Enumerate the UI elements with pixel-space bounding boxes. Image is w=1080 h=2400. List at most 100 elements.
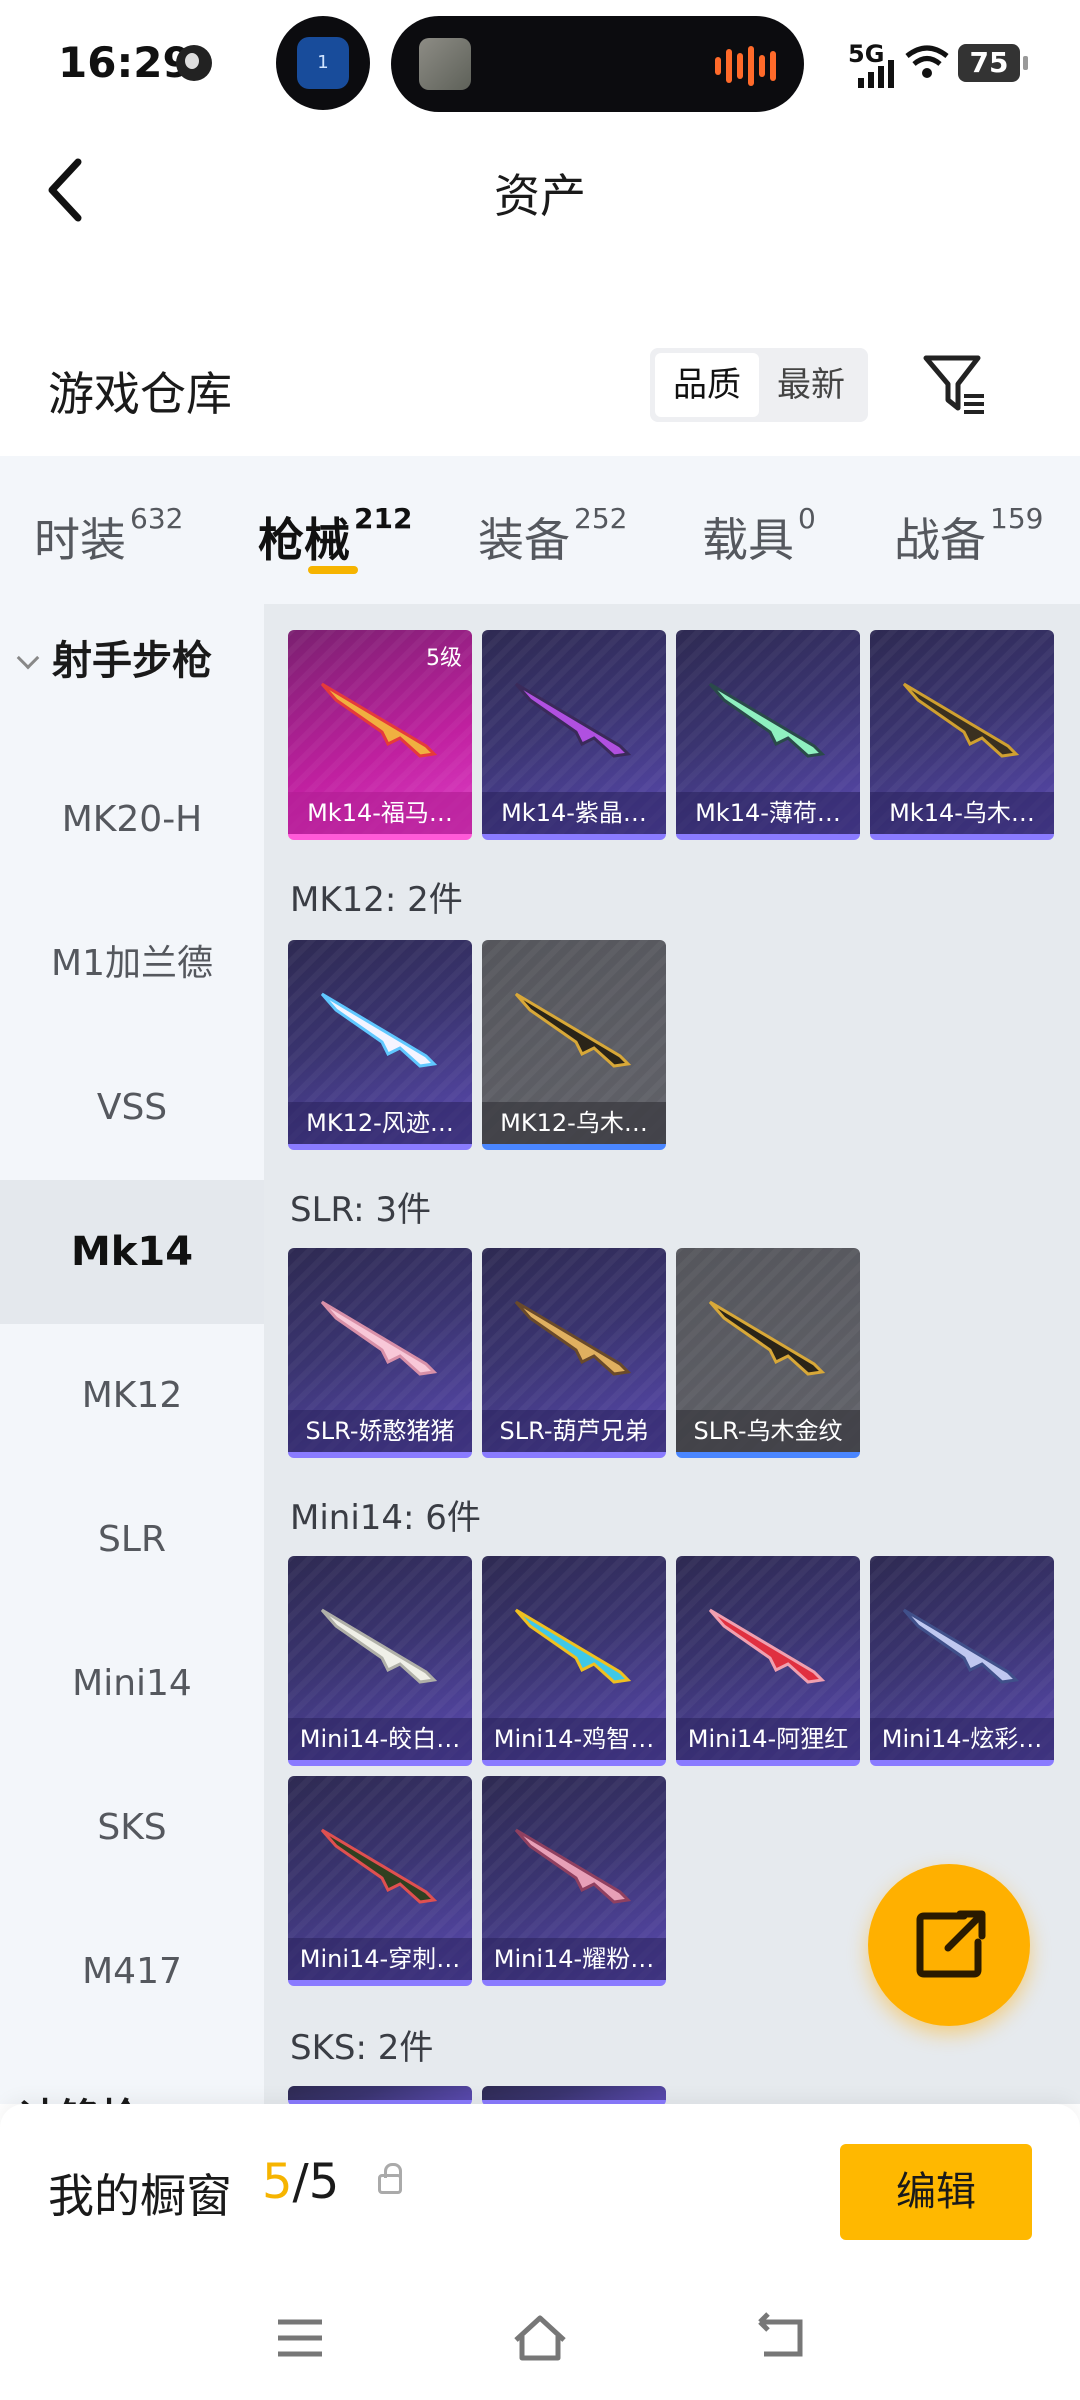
group-label-mini14: Mini14: 6件: [290, 1498, 481, 1538]
rifle-skin-image: [320, 1608, 438, 1684]
rifle-skin-image: [708, 1300, 826, 1376]
mini-app-badge: 1: [297, 37, 349, 89]
menu-icon[interactable]: [270, 2308, 330, 2368]
sort-toggle: 品质 最新: [650, 348, 868, 422]
showcase-label: 我的橱窗: [48, 2169, 232, 2223]
weapon-card-name: Mini14-穿刺…: [288, 1938, 472, 1980]
audio-wave-icon: [715, 46, 776, 86]
broadcast-icon[interactable]: 1: [276, 16, 370, 110]
status-bar: 16:29 1 5G 75: [0, 0, 1080, 130]
weapon-card[interactable]: Mini14-炫彩…: [870, 1556, 1054, 1766]
weapon-card[interactable]: SLR-娇憨猪猪: [288, 1248, 472, 1458]
weapon-card[interactable]: MK12-风迹…: [288, 940, 472, 1150]
tab-firearms[interactable]: 枪械 212: [258, 502, 413, 570]
group-label-mk12: MK12: 2件: [290, 880, 463, 920]
weapon-card[interactable]: Mk14-薄荷…: [676, 630, 860, 840]
battery-level: 75: [969, 46, 1009, 79]
rifle-skin-image: [708, 682, 826, 758]
sort-quality-button[interactable]: 品质: [655, 353, 759, 417]
sidebar-item-m417[interactable]: M417: [0, 1900, 264, 2044]
group-label-sks: SKS: 2件: [290, 2028, 434, 2068]
sidebar-item-mk12[interactable]: MK12: [0, 1324, 264, 1468]
weapon-card[interactable]: 5级 Mk14-福马…: [288, 630, 472, 840]
group-label-slr: SLR: 3件: [290, 1190, 431, 1230]
weapon-card-name: Mini14-鸡智…: [482, 1718, 666, 1760]
share-button[interactable]: [868, 1864, 1030, 2026]
weapon-card[interactable]: Mini14-皎白…: [288, 1556, 472, 1766]
sidebar-item-mk14[interactable]: Mk14: [0, 1180, 264, 1324]
sidebar-item-vss[interactable]: VSS: [0, 1036, 264, 1180]
weapon-card[interactable]: SLR-葫芦兄弟: [482, 1248, 666, 1458]
rifle-skin-image: [902, 682, 1020, 758]
weapon-card[interactable]: Mk14-乌木…: [870, 630, 1054, 840]
weapon-card-name: SLR-娇憨猪猪: [288, 1410, 472, 1452]
rifle-skin-image: [320, 992, 438, 1068]
skin-level-badge: 5级: [426, 646, 462, 671]
tab-supplies[interactable]: 战备 159: [894, 502, 1044, 570]
tab-count: 0: [798, 502, 816, 535]
weapon-card-name: Mini14-炫彩…: [870, 1718, 1054, 1760]
rifle-skin-image: [320, 682, 438, 758]
weapon-sidebar: 射手步枪 MK20-H M1加兰德 VSS Mk14 MK12 SLR Mini…: [0, 604, 264, 2142]
tab-fashion[interactable]: 时装 632: [34, 502, 183, 570]
home-icon[interactable]: [510, 2308, 570, 2368]
weapon-card-name: Mini14-阿狸红: [676, 1718, 860, 1760]
media-thumbnail: [419, 38, 471, 90]
sidebar-item-mini14[interactable]: Mini14: [0, 1612, 264, 1756]
weapon-card[interactable]: [482, 2086, 666, 2106]
tab-label: 载具: [702, 513, 794, 567]
weapon-card[interactable]: SLR-乌木金纹: [676, 1248, 860, 1458]
weapon-card-name: Mk14-乌木…: [870, 792, 1054, 834]
showcase-total: /5: [292, 2154, 340, 2210]
back-icon[interactable]: [750, 2308, 810, 2368]
sidebar-group-label: 射手步枪: [52, 638, 212, 684]
tab-equipment[interactable]: 装备 252: [478, 502, 628, 570]
rifle-skin-image: [514, 1300, 632, 1376]
weapon-card-name: SLR-乌木金纹: [676, 1410, 860, 1452]
weapon-card-name: Mini14-皎白…: [288, 1718, 472, 1760]
showcase-count: 5/5: [262, 2154, 339, 2210]
system-nav-bar: [0, 2300, 1080, 2380]
rifle-skin-image: [902, 1608, 1020, 1684]
tab-count: 252: [574, 502, 628, 535]
globe-icon: [176, 45, 212, 81]
weapon-card[interactable]: [288, 2086, 472, 2106]
rifle-skin-image: [514, 992, 632, 1068]
edit-button[interactable]: 编辑: [840, 2144, 1032, 2240]
sidebar-item-m1-garand[interactable]: M1加兰德: [0, 892, 264, 1036]
share-external-icon: [916, 1910, 986, 1978]
rifle-skin-image: [514, 1828, 632, 1904]
tab-label: 时装: [34, 513, 126, 567]
page-title: 资产: [494, 169, 586, 223]
rifle-skin-image: [320, 1300, 438, 1376]
rifle-skin-image: [514, 1608, 632, 1684]
sidebar-item-slr[interactable]: SLR: [0, 1468, 264, 1612]
sidebar-group-marksman[interactable]: 射手步枪: [16, 628, 212, 686]
status-time: 16:29: [58, 38, 192, 87]
tab-count: 159: [990, 502, 1044, 535]
weapon-card-name: Mk14-紫晶…: [482, 792, 666, 834]
weapon-card[interactable]: Mini14-阿狸红: [676, 1556, 860, 1766]
wifi-icon: [905, 45, 949, 78]
weapon-card-name: Mini14-耀粉…: [482, 1938, 666, 1980]
sidebar-item-mk20h[interactable]: MK20-H: [0, 748, 264, 892]
battery-icon: 75: [958, 44, 1028, 82]
warehouse-title: 游戏仓库: [48, 367, 232, 421]
tab-label: 枪械: [258, 513, 350, 567]
dynamic-island[interactable]: [391, 16, 804, 112]
chevron-down-icon: [16, 646, 40, 670]
weapon-card-name: SLR-葫芦兄弟: [482, 1410, 666, 1452]
weapon-card[interactable]: Mini14-耀粉…: [482, 1776, 666, 1986]
rifle-skin-image: [320, 1828, 438, 1904]
weapon-card[interactable]: Mk14-紫晶…: [482, 630, 666, 840]
weapon-card[interactable]: Mini14-穿刺…: [288, 1776, 472, 1986]
weapon-card-name: Mk14-福马…: [288, 792, 472, 834]
weapon-card[interactable]: Mini14-鸡智…: [482, 1556, 666, 1766]
tab-count: 212: [354, 502, 413, 535]
showcase-current: 5: [262, 2154, 293, 2210]
filter-icon[interactable]: [920, 352, 990, 418]
tab-vehicles[interactable]: 载具 0: [702, 502, 816, 570]
sort-newest-button[interactable]: 最新: [759, 353, 863, 417]
sidebar-item-sks[interactable]: SKS: [0, 1756, 264, 1900]
weapon-card[interactable]: MK12-乌木…: [482, 940, 666, 1150]
